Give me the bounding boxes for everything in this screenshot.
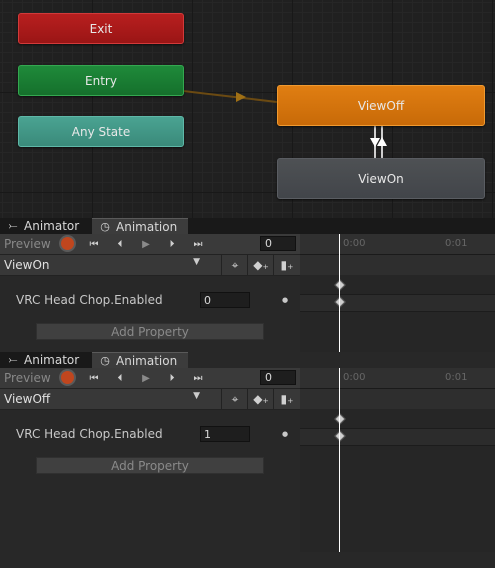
tab-animation-label: Animation bbox=[116, 353, 178, 368]
crosshair-icon: ⌖ bbox=[231, 391, 239, 406]
state-viewon-label: ViewOn bbox=[358, 171, 404, 186]
tab-animation-label: Animation bbox=[116, 219, 178, 234]
play-button[interactable]: ▶ bbox=[135, 370, 157, 386]
property-row[interactable]: VRC Head Chop.Enabled 1 ● bbox=[0, 424, 300, 446]
animation-left-pane: Preview ⏮ ⏴ ▶ ⏵ ⏭ 0 ViewOff ▼ ⌖ ◆₊ ▮₊ VRC… bbox=[0, 368, 300, 568]
next-key-button[interactable]: ⏵ bbox=[161, 370, 183, 386]
animation-left-pane: Preview ⏮ ⏴ ▶ ⏵ ⏭ 0 ViewOn ▼ ⌖ ◆₊ ▮₊ VRC … bbox=[0, 234, 300, 368]
timeline-ruler[interactable]: 0:00 0:01 bbox=[300, 368, 495, 389]
property-row[interactable]: VRC Head Chop.Enabled 0 ● bbox=[0, 290, 300, 312]
timeline-event-row bbox=[300, 389, 495, 409]
first-key-button[interactable]: ⏮ bbox=[83, 236, 105, 252]
play-button[interactable]: ▶ bbox=[135, 236, 157, 252]
ruler-tick-1: 0:01 bbox=[445, 238, 468, 249]
frame-field[interactable]: 0 bbox=[260, 370, 296, 385]
property-value-field[interactable]: 1 bbox=[200, 426, 250, 442]
animator-graph[interactable]: Exit Entry Any State ViewOff ViewOn bbox=[0, 0, 495, 218]
animator-icon: ⤚ bbox=[8, 219, 18, 232]
tab-animator-label: Animator bbox=[24, 353, 80, 367]
add-keyframe-button[interactable]: ◆₊ bbox=[247, 255, 274, 275]
tab-animation[interactable]: ◷ Animation bbox=[92, 218, 188, 234]
add-event-button[interactable]: ▮₊ bbox=[273, 255, 300, 275]
prev-key-button[interactable]: ⏴ bbox=[109, 236, 131, 252]
tab-animator[interactable]: ⤚ Animator bbox=[0, 352, 92, 368]
tab-bar-fill bbox=[188, 352, 495, 368]
clip-selector-value: ViewOn bbox=[4, 258, 50, 272]
playhead-line[interactable] bbox=[339, 368, 340, 552]
first-key-button[interactable]: ⏮ bbox=[83, 370, 105, 386]
chevron-down-icon: ▼ bbox=[193, 257, 200, 267]
state-exit[interactable]: Exit bbox=[18, 13, 184, 44]
clock-icon: ◷ bbox=[100, 354, 110, 367]
tab-animator-label: Animator bbox=[24, 219, 80, 233]
timeline-event-row bbox=[300, 255, 495, 275]
state-entry[interactable]: Entry bbox=[18, 65, 184, 96]
tab-animator[interactable]: ⤚ Animator bbox=[0, 218, 92, 234]
frame-field[interactable]: 0 bbox=[260, 236, 296, 251]
preview-button[interactable]: Preview bbox=[0, 234, 55, 254]
dopesheet-timeline[interactable]: 0:00 0:01 bbox=[300, 234, 495, 352]
tab-bar-fill bbox=[188, 218, 495, 234]
add-event-icon: ▮₊ bbox=[280, 258, 294, 272]
timeline-property-row bbox=[300, 294, 495, 312]
animation-panel-2: ⤚ Animator ◷ Animation Preview ⏮ ⏴ ▶ ⏵ ⏭ 0… bbox=[0, 352, 495, 552]
playhead-line[interactable] bbox=[339, 234, 340, 352]
tab-animation[interactable]: ◷ Animation bbox=[92, 352, 188, 368]
animation-panel-1: ⤚ Animator ◷ Animation Preview ⏮ ⏴ ▶ ⏵ ⏭ 0… bbox=[0, 218, 495, 352]
add-event-button[interactable]: ▮₊ bbox=[273, 389, 300, 409]
timeline-property-row bbox=[300, 428, 495, 446]
clip-selector[interactable]: ViewOn ▼ bbox=[0, 255, 205, 275]
record-button[interactable] bbox=[61, 371, 74, 384]
preview-button[interactable]: Preview bbox=[0, 368, 55, 388]
entry-transition-arrow-icon bbox=[236, 92, 246, 102]
entry-transition-line bbox=[182, 90, 278, 103]
filter-by-selection-button[interactable]: ⌖ bbox=[221, 389, 248, 409]
add-keyframe-icon: ◆₊ bbox=[253, 258, 269, 272]
record-button[interactable] bbox=[61, 237, 74, 250]
filter-by-selection-button[interactable]: ⌖ bbox=[221, 255, 248, 275]
state-entry-label: Entry bbox=[85, 73, 117, 88]
prev-key-button[interactable]: ⏴ bbox=[109, 370, 131, 386]
next-key-button[interactable]: ⏵ bbox=[161, 236, 183, 252]
state-any-state[interactable]: Any State bbox=[18, 116, 184, 147]
add-property-button[interactable]: Add Property bbox=[36, 457, 264, 474]
last-key-button[interactable]: ⏭ bbox=[187, 236, 209, 252]
state-any-state-label: Any State bbox=[71, 124, 131, 139]
property-options-icon[interactable]: ● bbox=[282, 296, 288, 304]
last-key-button[interactable]: ⏭ bbox=[187, 370, 209, 386]
animator-icon: ⤚ bbox=[8, 353, 18, 366]
clip-row: ViewOff ▼ ⌖ ◆₊ ▮₊ bbox=[0, 389, 300, 410]
animation-toolbar: Preview ⏮ ⏴ ▶ ⏵ ⏭ 0 bbox=[0, 234, 300, 255]
property-name: VRC Head Chop.Enabled bbox=[16, 427, 163, 441]
state-viewon[interactable]: ViewOn bbox=[277, 158, 485, 199]
ruler-tick-0: 0:00 bbox=[343, 372, 366, 383]
timeline-ruler[interactable]: 0:00 0:01 bbox=[300, 234, 495, 255]
ruler-tick-1: 0:01 bbox=[445, 372, 468, 383]
crosshair-icon: ⌖ bbox=[231, 257, 239, 272]
ruler-tick-0: 0:00 bbox=[343, 238, 366, 249]
add-keyframe-button[interactable]: ◆₊ bbox=[247, 389, 274, 409]
animation-toolbar: Preview ⏮ ⏴ ▶ ⏵ ⏭ 0 bbox=[0, 368, 300, 389]
state-viewoff-label: ViewOff bbox=[357, 98, 405, 113]
dopesheet-timeline[interactable]: 0:00 0:01 bbox=[300, 368, 495, 552]
clock-icon: ◷ bbox=[100, 220, 110, 233]
summary-keyframe[interactable] bbox=[334, 413, 346, 425]
add-event-icon: ▮₊ bbox=[280, 392, 294, 406]
clip-selector-value: ViewOff bbox=[4, 392, 51, 406]
clip-row: ViewOn ▼ ⌖ ◆₊ ▮₊ bbox=[0, 255, 300, 276]
property-options-icon[interactable]: ● bbox=[282, 430, 288, 438]
state-viewoff[interactable]: ViewOff bbox=[277, 85, 485, 126]
state-exit-label: Exit bbox=[89, 21, 113, 36]
summary-keyframe[interactable] bbox=[334, 279, 346, 291]
clip-selector[interactable]: ViewOff ▼ bbox=[0, 389, 205, 409]
add-keyframe-icon: ◆₊ bbox=[253, 392, 269, 406]
add-property-button[interactable]: Add Property bbox=[36, 323, 264, 340]
property-value-field[interactable]: 0 bbox=[200, 292, 250, 308]
property-name: VRC Head Chop.Enabled bbox=[16, 293, 163, 307]
chevron-down-icon: ▼ bbox=[193, 391, 200, 401]
